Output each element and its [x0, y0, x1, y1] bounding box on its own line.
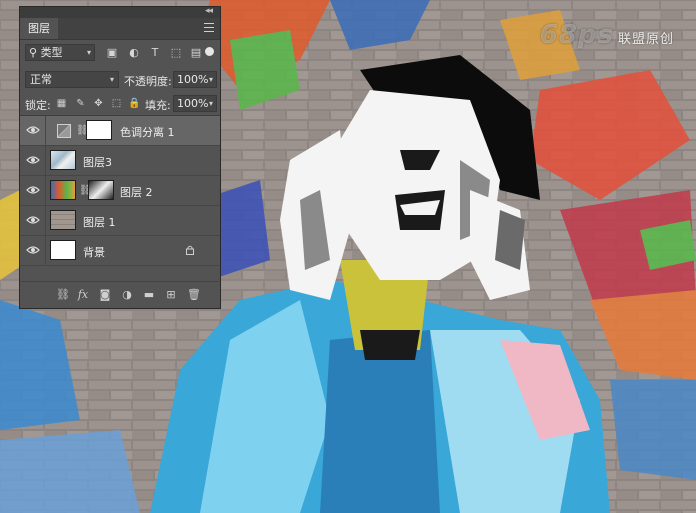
watermark: 68ps 联盟原创: [540, 20, 674, 50]
posterize-adjustment-icon: [57, 124, 71, 138]
visibility-eye-icon[interactable]: [26, 245, 40, 255]
opacity-value: 100%: [177, 73, 209, 86]
filter-type-icon[interactable]: T: [149, 47, 161, 59]
layer-row-posterize[interactable]: ⛓ 色调分离 1: [20, 116, 220, 146]
visibility-eye-icon[interactable]: [26, 185, 40, 195]
filter-kind-select[interactable]: ⚲ 类型 ▾: [25, 44, 95, 61]
divider: [45, 146, 46, 175]
visibility-eye-icon[interactable]: [26, 125, 40, 135]
new-group-icon[interactable]: ▬: [143, 289, 155, 301]
lock-icon[interactable]: [186, 245, 194, 255]
watermark-text: 联盟原创: [617, 32, 674, 47]
visibility-eye-icon[interactable]: [26, 215, 40, 225]
chevron-down-icon: ▾: [86, 48, 91, 57]
lock-artboard-icon[interactable]: ⬚: [111, 98, 122, 109]
link-layers-icon[interactable]: ⛓: [56, 289, 70, 301]
search-icon: ⚲: [29, 46, 38, 59]
lock-row: 锁定: ▦ ✎ ✥ ⬚ 🔒 填充: 100% ▾: [20, 93, 220, 116]
layer-name[interactable]: 图层 2: [120, 184, 153, 200]
adjustment-layer-icon[interactable]: ◑: [121, 289, 133, 301]
panel-tab-row: 图层: [20, 18, 220, 40]
collapse-panel-icon[interactable]: ◂◂: [205, 6, 213, 16]
opacity-label: 不透明度:: [124, 75, 172, 88]
lock-brush-icon[interactable]: ✎: [75, 98, 86, 109]
lock-all-icon[interactable]: 🔒: [128, 98, 140, 109]
tab-layers[interactable]: 图层: [20, 18, 58, 39]
opacity-input[interactable]: 100% ▾: [173, 71, 217, 88]
divider: [45, 176, 46, 205]
panel-title-bar[interactable]: ◂◂: [20, 6, 220, 18]
layers-list: ⛓ 色调分离 1 图层3 ⛓ 图层 2 图层 1 背景: [20, 116, 220, 266]
chevron-down-icon: ▾: [208, 99, 213, 108]
filter-smartobject-icon[interactable]: ▤: [190, 47, 202, 59]
layer-row-3[interactable]: 图层3: [20, 146, 220, 176]
layer-name[interactable]: 图层 1: [83, 214, 116, 230]
filter-toggle-icon[interactable]: [205, 47, 214, 56]
layer-row-2[interactable]: ⛓ 图层 2: [20, 176, 220, 206]
panel-bottom-toolbar: ⛓ fx ◙ ◑ ▬ ⊞ 🗑: [20, 281, 220, 308]
layer-mask-thumbnail[interactable]: [86, 120, 112, 140]
fill-value: 100%: [177, 97, 209, 110]
fx-icon[interactable]: fx: [77, 289, 89, 301]
trash-icon[interactable]: 🗑: [187, 289, 201, 301]
layer-thumbnail[interactable]: [50, 240, 76, 260]
layer-filter-row: ⚲ 类型 ▾ ▣ ◐ T ⬚ ▤: [20, 41, 220, 65]
fill-label: 填充:: [145, 99, 171, 112]
new-layer-icon[interactable]: ⊞: [165, 289, 177, 301]
layers-panel: ◂◂ 图层 ⚲ 类型 ▾ ▣ ◐ T ⬚ ▤ 正常 ▾ 不透明度: 100% ▾…: [19, 6, 221, 309]
layer-row-1[interactable]: 图层 1: [20, 206, 220, 236]
filter-pixel-icon[interactable]: ▣: [106, 47, 118, 59]
divider: [45, 236, 46, 265]
add-mask-icon[interactable]: ◙: [99, 289, 111, 301]
lock-transparent-icon[interactable]: ▦: [56, 98, 67, 109]
filter-adjustment-icon[interactable]: ◐: [128, 47, 140, 59]
divider: [45, 206, 46, 235]
filter-shape-icon[interactable]: ⬚: [170, 47, 182, 59]
layer-thumbnail[interactable]: [50, 150, 76, 170]
blend-row: 正常 ▾ 不透明度: 100% ▾: [20, 69, 220, 91]
layer-thumbnail[interactable]: [50, 210, 76, 230]
visibility-eye-icon[interactable]: [26, 155, 40, 165]
layer-row-background[interactable]: 背景: [20, 236, 220, 266]
blend-mode-value: 正常: [30, 73, 52, 86]
chevron-down-icon: ▾: [109, 75, 114, 84]
chevron-down-icon: ▾: [208, 75, 213, 84]
panel-menu-icon[interactable]: [204, 23, 214, 33]
fill-input[interactable]: 100% ▾: [173, 95, 217, 112]
lock-label: 锁定:: [25, 99, 51, 112]
layer-name[interactable]: 色调分离 1: [120, 124, 175, 140]
layer-name[interactable]: 图层3: [83, 154, 112, 170]
divider: [45, 116, 46, 145]
watermark-brand: 68ps: [539, 20, 614, 50]
filter-kind-label: 类型: [40, 46, 63, 59]
blend-mode-select[interactable]: 正常 ▾: [25, 71, 119, 88]
layer-thumbnail[interactable]: [50, 180, 76, 200]
layer-mask-thumbnail[interactable]: [88, 180, 114, 200]
layer-name[interactable]: 背景: [83, 244, 105, 260]
lock-position-icon[interactable]: ✥: [93, 98, 104, 109]
